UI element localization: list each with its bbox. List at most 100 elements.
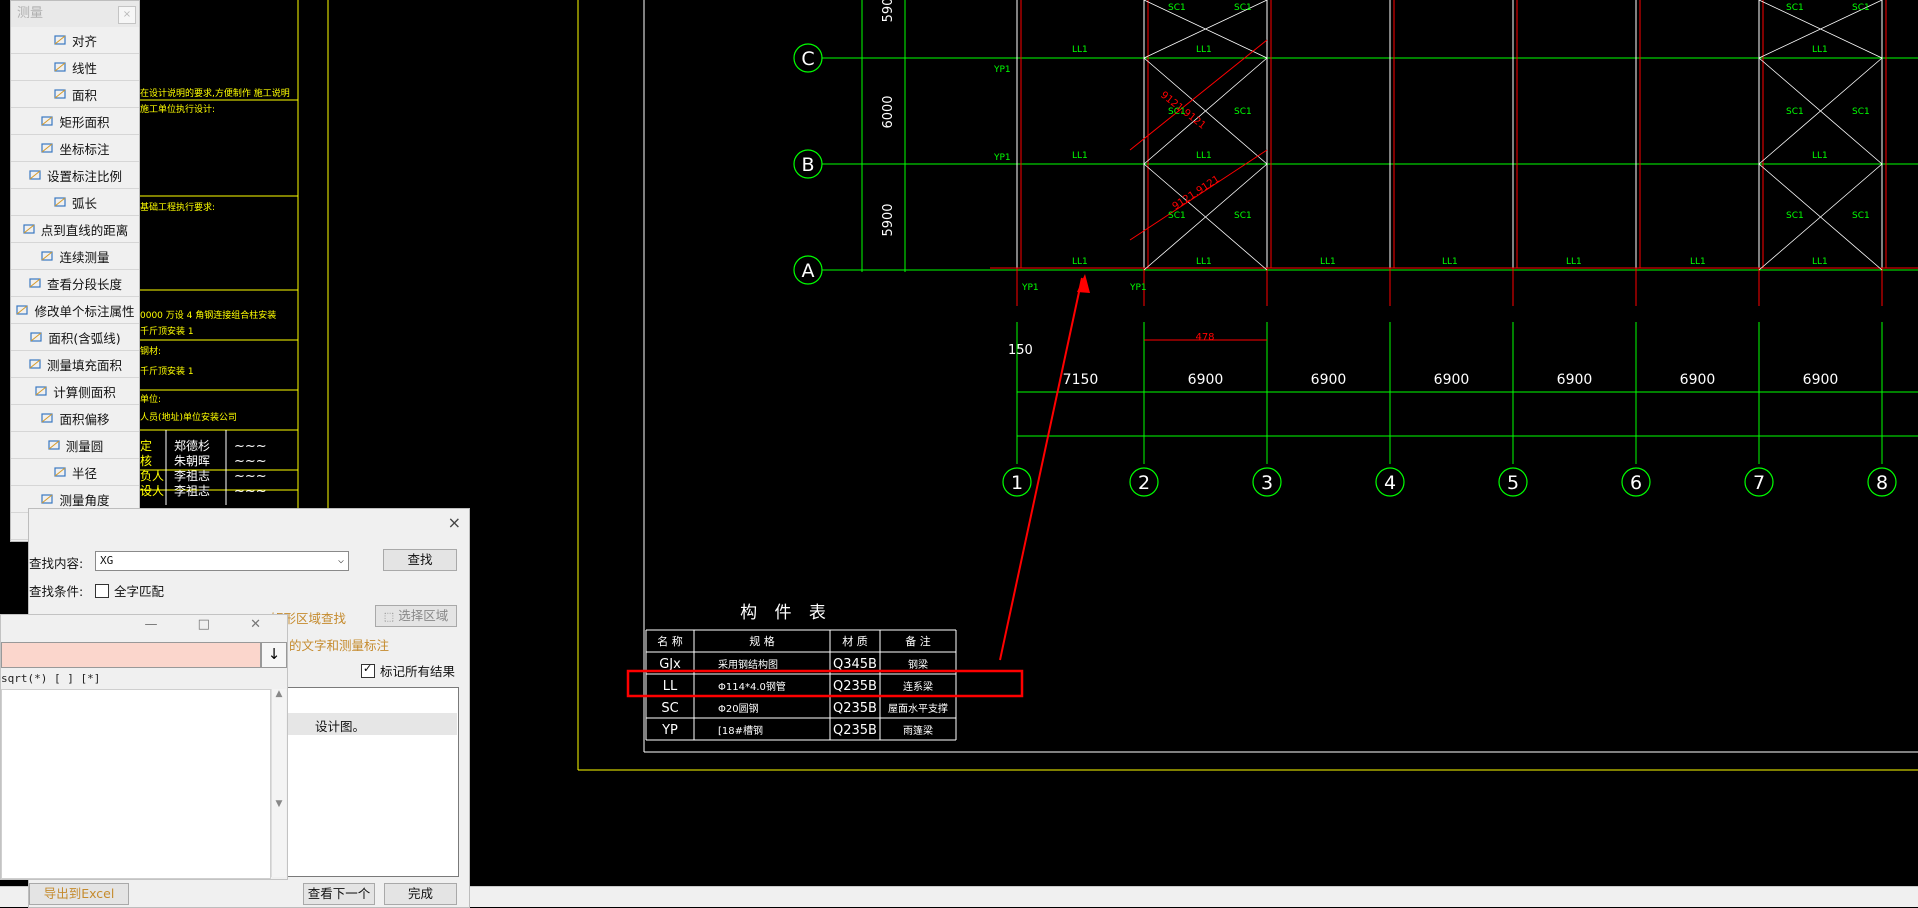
axis-label: 2 [1138,472,1150,494]
axis-label: 7 [1753,472,1765,494]
span-dimension: 6900 [1680,372,1716,388]
measure-tool-9[interactable]: 连续测量 [11,243,139,270]
measure-tool-16[interactable]: 测量圆 [11,432,139,459]
vertical-dimension: 590 [881,0,896,22]
measure-tool-icon [40,492,54,506]
formula-list[interactable] [1,689,271,879]
whole-word-checkbox[interactable] [95,584,109,598]
axis-label: B [801,154,814,176]
measure-tool-15[interactable]: 面积偏移 [11,405,139,432]
window-buttons[interactable]: — □ ✕ [145,617,279,632]
chevron-down-icon[interactable]: ⌵ [338,552,344,570]
span-dimension: 6900 [1803,372,1839,388]
close-icon[interactable]: × [448,513,461,532]
measure-tool-icon [40,141,54,155]
measure-tool-10[interactable]: 查看分段长度 [11,270,139,297]
next-result-button[interactable]: 查看下一个 [303,883,375,905]
table-cell: Q235B [833,723,877,738]
ll-member-label: LL1 [1442,257,1458,267]
left-note: 施工单位执行设计: [140,103,215,115]
ll-member-label: LL1 [1690,257,1706,267]
select-area-label: 选择区域 [398,608,449,623]
measure-tool-14[interactable]: 计算侧面积 [11,378,139,405]
measure-panel-title: 测量 × [11,1,139,27]
mark-all-option[interactable]: 标记所有结果 [361,661,455,680]
signature-scribble: ~~~ [234,454,267,469]
sc-member-label: SC1 [1168,211,1186,221]
measure-tool-5[interactable]: 坐标标注 [11,135,139,162]
signature-name: 李祖志 [174,483,210,498]
measure-tool-4[interactable]: 矩形面积 [11,108,139,135]
signature-role: 核 [140,454,152,468]
signature-role: 定 [140,438,152,453]
measure-tool-icon [53,195,67,209]
axis-label: 4 [1384,472,1396,494]
measure-tool-2[interactable]: 线性 [11,54,139,81]
offset-dimension: 150 [1008,343,1033,358]
measure-tool-8[interactable]: 点到直线的距离 [11,216,139,243]
table-cell: 屋面水平支撑 [888,702,948,715]
find-condition-label: 查找条件: [29,584,84,599]
table-cell: SC [661,701,678,716]
ll-member-label: LL1 [1196,151,1212,161]
measure-tool-label: 对齐 [71,33,97,49]
ll-member-label: LL1 [1072,151,1088,161]
axis-label: 8 [1876,472,1888,494]
table-header: 备 注 [905,634,931,648]
measure-tool-label: 修改单个标注属性 [34,303,135,319]
find-button[interactable]: 查找 [383,549,457,571]
measure-tool-label: 测量角度 [59,492,110,508]
measure-tool-label: 面积偏移 [59,411,110,427]
pin-icon[interactable]: × [118,6,136,24]
signature-role: 负人 [140,469,164,483]
sc-member-label: SC1 [1234,107,1252,117]
table-cell: [18#槽钢 [718,724,763,737]
measure-panel-title-text: 测量 [17,6,44,21]
diag-dim-red [1129,39,1268,151]
table-cell: 连系梁 [903,680,933,693]
axis-label: 5 [1507,472,1519,494]
scrollbar[interactable]: ▲ ▼ [271,689,286,877]
measure-tool-13[interactable]: 测量填充面积 [11,351,139,378]
measure-tool-label: 线性 [71,60,97,76]
arrow-head-icon [1077,274,1090,293]
yp-member-label: YP1 [1021,283,1039,293]
mark-all-label: 标记所有结果 [380,664,456,679]
axis-label: 1 [1011,472,1023,494]
signature-role: 设人 [140,484,164,498]
measure-tool-11[interactable]: 修改单个标注属性 [11,297,139,324]
measure-tool-1[interactable]: 对齐 [11,27,139,54]
measure-tool-icon [28,357,42,371]
measure-tool-6[interactable]: 设置标注比例 [11,162,139,189]
left-note: 0000 万设 4 角钢连接组合柱安装 [140,309,276,321]
measure-tool-7[interactable]: 弧长 [11,189,139,216]
formula-input[interactable] [1,642,261,668]
left-note: 在设计说明的要求,方便制作 施工说明 [140,87,290,99]
measure-tool-icon [40,114,54,128]
ll-member-label: LL1 [1072,257,1088,267]
ll-member-label: LL1 [1196,257,1212,267]
dimension-478: 478 [1195,332,1214,343]
measure-tool-icon [47,438,61,452]
whole-word-option[interactable]: 全字匹配 [95,581,164,600]
sc-member-label: SC1 [1168,3,1186,13]
ll-member-label: LL1 [1812,45,1828,55]
sc-member-label: SC1 [1852,211,1870,221]
export-excel-button[interactable]: 导出到Excel [29,883,129,905]
sc-member-label: SC1 [1234,3,1252,13]
measure-tool-label: 查看分段长度 [46,276,122,292]
measure-tool-12[interactable]: 面积(含弧线) [11,324,139,351]
measure-tool-3[interactable]: 面积 [11,81,139,108]
arrow-down-icon[interactable]: ↓ [261,642,287,668]
ll-member-label: LL1 [1320,257,1336,267]
find-content-combobox[interactable]: XG ⌵ [95,551,349,571]
table-header: 名 称 [657,634,683,648]
table-cell: 采用钢结构图 [718,658,778,671]
select-area-button[interactable]: ⬚ 选择区域 [375,605,457,627]
signature-scribble: ~~~ [234,439,267,454]
measure-tool-17[interactable]: 半径 [11,459,139,486]
measure-tool-label: 半径 [71,465,97,481]
measure-tool-label: 面积(含弧线) [48,330,121,346]
done-button[interactable]: 完成 [384,883,457,905]
mark-all-checkbox[interactable] [361,662,375,678]
